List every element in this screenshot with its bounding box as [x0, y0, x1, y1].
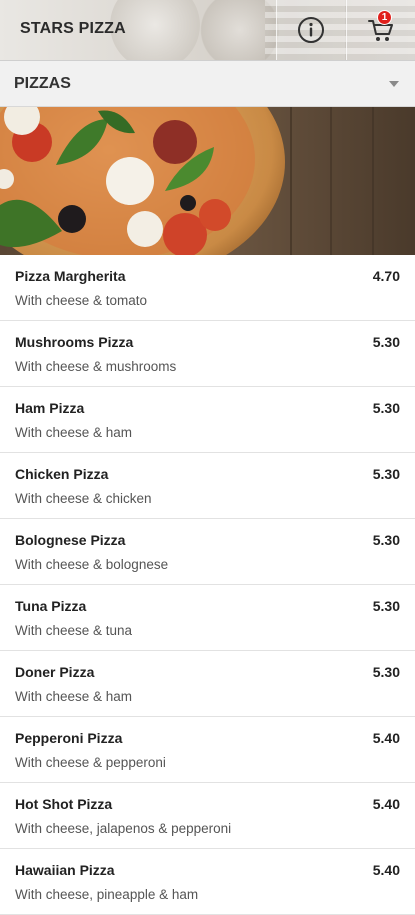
- item-price: 5.40: [372, 796, 400, 812]
- cart-count-badge: 1: [377, 10, 392, 25]
- menu-item[interactable]: Ham Pizza 5.30 With cheese & ham: [0, 387, 415, 453]
- item-description: With cheese & tuna: [15, 623, 133, 638]
- menu-list: Pizza Margherita 4.70 With cheese & toma…: [0, 255, 415, 915]
- item-price: 5.30: [372, 400, 400, 416]
- item-price: 5.30: [372, 466, 400, 482]
- menu-item[interactable]: Chicken Pizza 5.30 With cheese & chicken: [0, 453, 415, 519]
- menu-item[interactable]: Tuna Pizza 5.30 With cheese & tuna: [0, 585, 415, 651]
- item-description: With cheese & ham: [15, 689, 133, 704]
- item-description: With cheese & chicken: [15, 491, 152, 506]
- item-name: Hot Shot Pizza: [15, 796, 113, 812]
- item-description: With cheese & mushrooms: [15, 359, 177, 374]
- info-circle-icon: [298, 17, 324, 43]
- item-name: Chicken Pizza: [15, 466, 109, 482]
- item-name: Pepperoni Pizza: [15, 730, 123, 746]
- category-selector[interactable]: PIZZAS: [0, 61, 415, 107]
- item-price: 5.30: [372, 532, 400, 548]
- info-button[interactable]: [276, 0, 345, 60]
- item-name: Bolognese Pizza: [15, 532, 126, 548]
- item-description: With cheese & bolognese: [15, 557, 169, 572]
- item-name: Ham Pizza: [15, 400, 85, 416]
- app-title: STARS PIZZA: [20, 20, 126, 37]
- item-price: 5.30: [372, 334, 400, 350]
- item-price: 5.30: [372, 598, 400, 614]
- item-price: 5.40: [372, 862, 400, 878]
- menu-item[interactable]: Hot Shot Pizza 5.40 With cheese, jalapen…: [0, 783, 415, 849]
- item-price: 5.40: [372, 730, 400, 746]
- menu-item[interactable]: Bolognese Pizza 5.30 With cheese & bolog…: [0, 519, 415, 585]
- category-label: PIZZAS: [14, 74, 71, 92]
- menu-item[interactable]: Pizza Margherita 4.70 With cheese & toma…: [0, 255, 415, 321]
- item-description: With cheese, jalapenos & pepperoni: [15, 821, 232, 836]
- item-name: Doner Pizza: [15, 664, 95, 680]
- item-price: 4.70: [372, 268, 400, 284]
- menu-item[interactable]: Pepperoni Pizza 5.40 With cheese & peppe…: [0, 717, 415, 783]
- app-header: STARS PIZZA 1: [0, 0, 415, 61]
- cart-button[interactable]: 1: [346, 0, 415, 60]
- item-name: Pizza Margherita: [15, 268, 126, 284]
- chevron-down-icon: [389, 80, 399, 87]
- item-name: Hawaiian Pizza: [15, 862, 115, 878]
- item-price: 5.30: [372, 664, 400, 680]
- item-description: With cheese & tomato: [15, 293, 148, 308]
- category-hero-image: [0, 107, 415, 255]
- item-name: Mushrooms Pizza: [15, 334, 134, 350]
- menu-item[interactable]: Hawaiian Pizza 5.40 With cheese, pineapp…: [0, 849, 415, 915]
- item-description: With cheese & pepperoni: [15, 755, 166, 770]
- menu-item[interactable]: Doner Pizza 5.30 With cheese & ham: [0, 651, 415, 717]
- item-description: With cheese & ham: [15, 425, 133, 440]
- menu-item[interactable]: Mushrooms Pizza 5.30 With cheese & mushr…: [0, 321, 415, 387]
- item-name: Tuna Pizza: [15, 598, 87, 614]
